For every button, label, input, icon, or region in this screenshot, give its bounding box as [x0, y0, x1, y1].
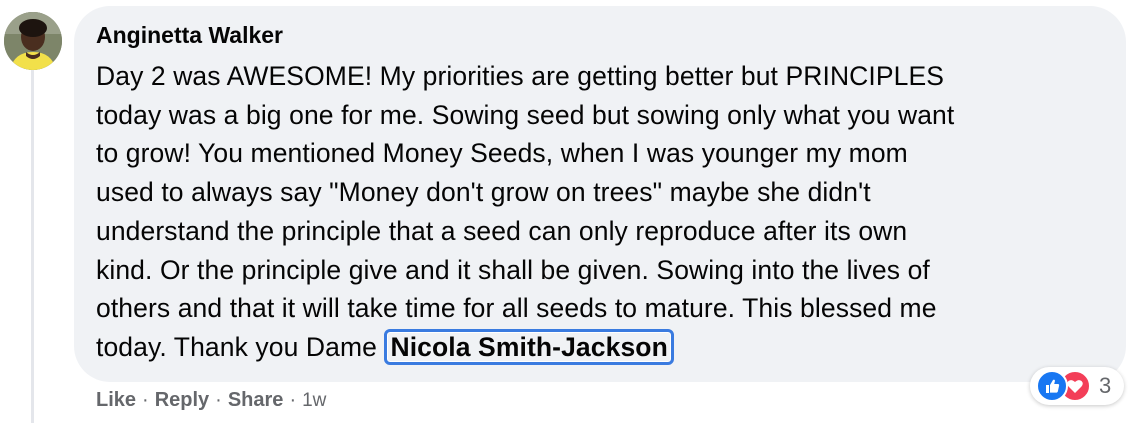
- avatar-photo: [4, 12, 62, 70]
- comment-bubble: Anginetta Walker Day 2 was AWESOME! My p…: [74, 6, 1126, 382]
- separator: ·: [215, 389, 222, 411]
- reaction-count: 3: [1099, 373, 1112, 398]
- mention-link[interactable]: Nicola Smith-Jackson: [384, 328, 674, 365]
- comment-actions: Like · Reply · Share · 1w: [96, 386, 326, 414]
- separator: ·: [289, 389, 297, 411]
- comment-author[interactable]: Anginetta Walker: [96, 21, 283, 49]
- like-button[interactable]: Like: [96, 389, 136, 411]
- like-icon: [1036, 370, 1068, 402]
- avatar[interactable]: [4, 12, 62, 70]
- reaction-summary[interactable]: 3: [1030, 367, 1124, 405]
- share-button[interactable]: Share: [228, 389, 284, 411]
- comment-text: Day 2 was AWESOME! My priorities are get…: [96, 61, 955, 362]
- timestamp[interactable]: 1w: [302, 390, 326, 411]
- reply-button[interactable]: Reply: [155, 389, 209, 411]
- separator: ·: [142, 389, 149, 411]
- thread-line: [31, 66, 34, 423]
- comment-body: Day 2 was AWESOME! My priorities are get…: [96, 57, 1096, 367]
